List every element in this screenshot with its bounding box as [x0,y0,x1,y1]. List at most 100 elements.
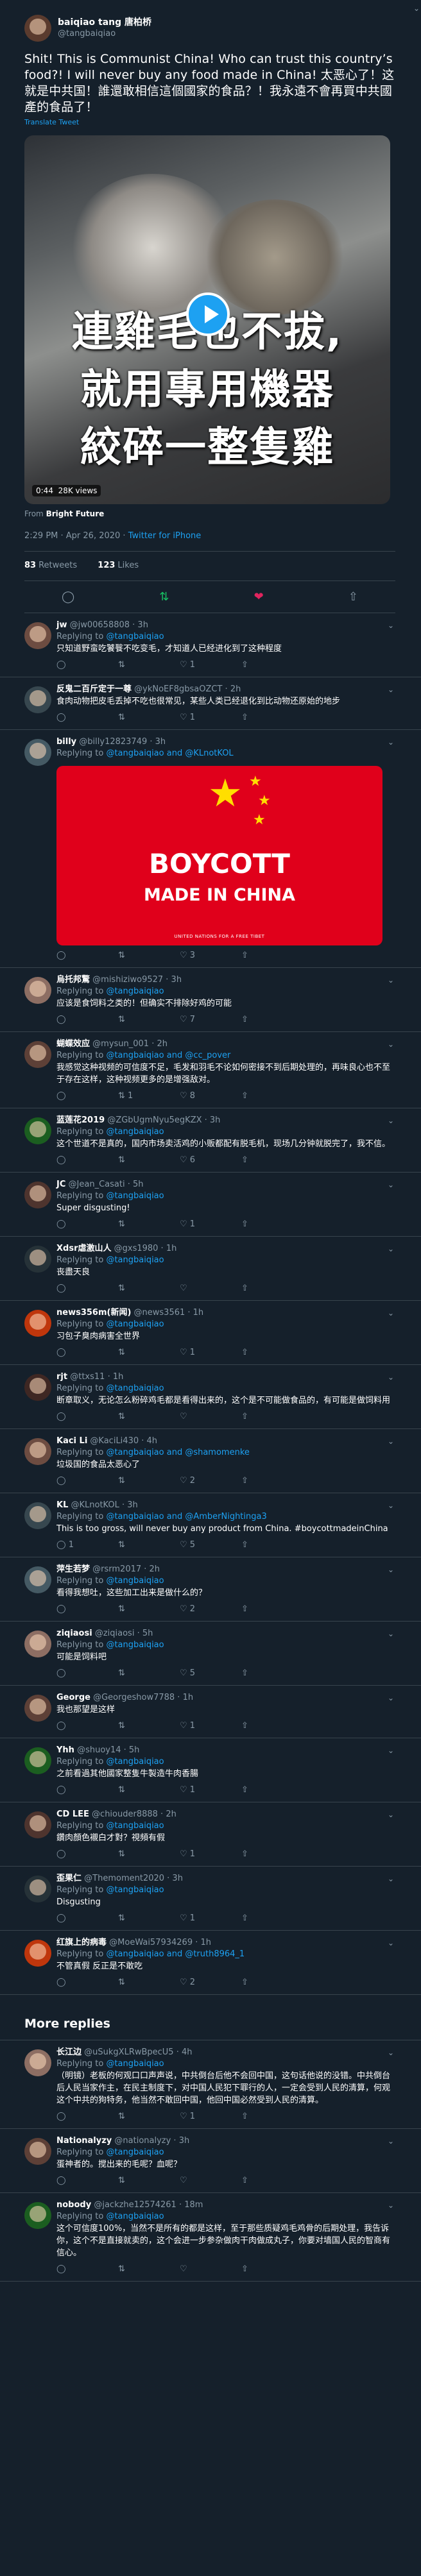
source-account-link[interactable]: Bright Future [46,509,105,518]
reply-handle[interactable]: @jw00658808 · 3h [70,620,148,630]
share-action[interactable]: ⇧ [241,1978,303,1989]
retweet-action[interactable]: ⇅ [118,951,180,962]
reply-action[interactable]: ◯ [56,2112,118,2123]
reply-action[interactable]: ◯ [56,1978,118,1989]
reply-display-name[interactable]: nobody [56,2200,91,2210]
retweet-action[interactable]: ⇅ [118,713,180,724]
retweet-action[interactable]: ⇅ [118,1155,180,1167]
retweet-action[interactable]: ⇅ [118,2112,180,2123]
reply-display-name[interactable]: CD LEE [56,1809,89,1819]
reply-tweet[interactable]: ⌄ rjt @ttxs11 · 1h Replying to @tangbaiqia… [0,1365,421,1429]
retweet-action[interactable]: ⇅ [118,1785,180,1797]
like-action[interactable]: ♡ 1 [180,1721,241,1733]
reply-display-name[interactable]: 烏托邦驚 [56,975,90,985]
like-action[interactable]: ♡ 5 [180,1668,241,1680]
replying-to-link[interactable]: @tangbaiqiao and @AmberNightinga3 [106,1512,266,1521]
reply-display-name[interactable]: Nationalyzy [56,2136,112,2146]
reply-action[interactable]: ◯ [56,1091,118,1103]
chevron-down-icon[interactable]: ⌄ [386,1309,395,1318]
reply-action[interactable]: ◯ [56,2176,118,2187]
reply-tweet[interactable]: ⌄ Xdsr虐激山人 @gxs1980 · 1h Replying to @tang… [0,1237,421,1301]
share-action[interactable]: ⇧ [241,1091,303,1103]
retweet-action[interactable]: ⇅ 1 [118,1091,180,1103]
reply-tweet[interactable]: ⌄ Yhh @shuoy14 · 5h Replying to @tangbaiqi… [0,1738,421,1802]
like-action[interactable]: ♡ 2 [180,1476,241,1487]
reply-handle[interactable]: @jackzhe12574261 · 18m [94,2200,203,2210]
reply-action[interactable]: ◯ [56,660,118,672]
like-action[interactable]: ♡ [180,2264,241,2276]
reply-display-name[interactable]: 萍生若梦 [56,1564,90,1574]
replying-to-link[interactable]: @tangbaiqiao [106,1576,164,1586]
reply-handle[interactable]: @news3561 · 1h [134,1308,204,1318]
reply-tweet[interactable]: ⌄ Nationalyzy @nationalyzy · 3h Replying t… [0,2129,421,2193]
like-action[interactable]: ♡ 2 [180,1978,241,1989]
like-action[interactable]: ♡ 5 [180,1540,241,1552]
chevron-down-icon[interactable]: ⌄ [386,2048,395,2057]
reply-tweet[interactable]: ⌄ 长江边 @uSukgXLRwBpecU5 · 4h Replying to @t… [0,2040,421,2129]
reply-display-name[interactable]: KL [56,1500,68,1510]
tweet-video[interactable]: 連雞毛也不拔, 就用專用機器 絞碎一整隻雞 0:44 28K views [24,135,390,504]
retweet-action[interactable]: ⇅ [118,1348,180,1359]
replying-to-link[interactable]: @tangbaiqiao and @cc_pover [106,1051,230,1060]
like-action[interactable]: ♡ 1 [180,1348,241,1359]
reply-handle[interactable]: @mishiziwo9527 · 3h [92,975,182,985]
reply-avatar[interactable] [24,1246,51,1273]
reply-avatar[interactable] [24,622,51,649]
retweet-action[interactable]: ⇅ [118,1412,180,1423]
chevron-down-icon[interactable]: ⌄ [386,1180,395,1189]
reply-handle[interactable]: @Georgeshow7788 · 1h [93,1693,193,1702]
reply-display-name[interactable]: George [56,1693,90,1702]
like-action[interactable]: ♡ 7 [180,1015,241,1026]
share-action[interactable]: ⇧ [241,1913,303,1925]
retweet-action[interactable]: ⇅ [118,1476,180,1487]
share-action[interactable]: ⇧ [241,1668,303,1680]
retweet-action[interactable]: ⇅ [118,1219,180,1231]
chevron-down-icon[interactable]: ⌄ [412,4,421,13]
replying-to-link[interactable]: @tangbaiqiao [106,1821,164,1831]
reply-handle[interactable]: @ZGbUgmNyu5egKZX · 3h [107,1115,220,1125]
replying-to-link[interactable]: @tangbaiqiao [106,1191,164,1201]
like-action[interactable]: ♡ [180,1412,241,1423]
share-action[interactable]: ⇧ [241,1015,303,1026]
reply-avatar[interactable] [24,1438,51,1465]
like-icon[interactable]: ❤ [254,590,264,604]
chevron-down-icon[interactable]: ⌄ [386,1874,395,1883]
avatar[interactable] [24,15,51,42]
chevron-down-icon[interactable]: ⌄ [386,1693,395,1702]
reply-handle[interactable]: @billy12823749 · 3h [79,737,166,747]
chevron-down-icon[interactable]: ⌄ [386,1629,395,1638]
chevron-down-icon[interactable]: ⌄ [386,1373,395,1382]
retweet-action[interactable]: ⇅ [118,1913,180,1925]
reply-tweet[interactable]: ⌄ JC @Jean_Casati · 5h Replying to @tangba… [0,1173,421,1237]
reply-handle[interactable]: @shuoy14 · 5h [77,1745,139,1755]
reply-avatar[interactable] [24,977,51,1004]
share-action[interactable]: ⇧ [241,1219,303,1231]
reply-avatar[interactable] [24,1566,51,1593]
tweet-time[interactable]: 2:29 PM · Apr 26, 2020 · [24,531,126,541]
reply-tweet[interactable]: ⌄ billy @billy12823749 · 3h Replying to @t… [0,730,421,968]
reply-display-name[interactable]: 蓝莲花2019 [56,1115,105,1125]
retweet-action[interactable]: ⇅ [118,1015,180,1026]
reply-avatar[interactable] [24,1310,51,1337]
reply-icon[interactable]: ◯ [62,590,74,604]
reply-display-name[interactable]: 红旗上的病毒 [56,1938,107,1947]
replying-to-link[interactable]: @tangbaiqiao and @truth8964_1 [106,1949,245,1959]
author-display-name[interactable]: baiqiao tang 唐柏桥 [58,17,151,28]
reply-handle[interactable]: @MoeWai57934269 · 1h [109,1938,211,1947]
retweet-action[interactable]: ⇅ [118,2176,180,2187]
like-action[interactable]: ♡ 1 [180,713,241,724]
reply-display-name[interactable]: 反鬼二百斤定于一尊 [56,684,132,694]
reply-action[interactable]: ◯ [56,1604,118,1616]
reply-tweet[interactable]: ⌄ 烏托邦驚 @mishiziwo9527 · 3h Replying to @ta… [0,968,421,1032]
share-action[interactable]: ⇧ [241,1476,303,1487]
chevron-down-icon[interactable]: ⌄ [386,976,395,985]
reply-handle[interactable]: @chiouder8888 · 2h [92,1809,176,1819]
reply-avatar[interactable] [24,1695,51,1722]
reply-tweet[interactable]: ⌄ nobody @jackzhe12574261 · 18m Replying t… [0,2193,421,2282]
reply-avatar[interactable] [24,2049,51,2076]
reply-tweet[interactable]: ⌄ 蝴蝶效应 @mysun_001 · 2h Replying to @tangba… [0,1032,421,1108]
reply-action[interactable]: ◯ [56,713,118,724]
reply-handle[interactable]: @rsrm2017 · 2h [92,1564,160,1574]
author-handle[interactable]: @tangbaiqiao [58,28,151,39]
reply-avatar[interactable] [24,1502,51,1529]
